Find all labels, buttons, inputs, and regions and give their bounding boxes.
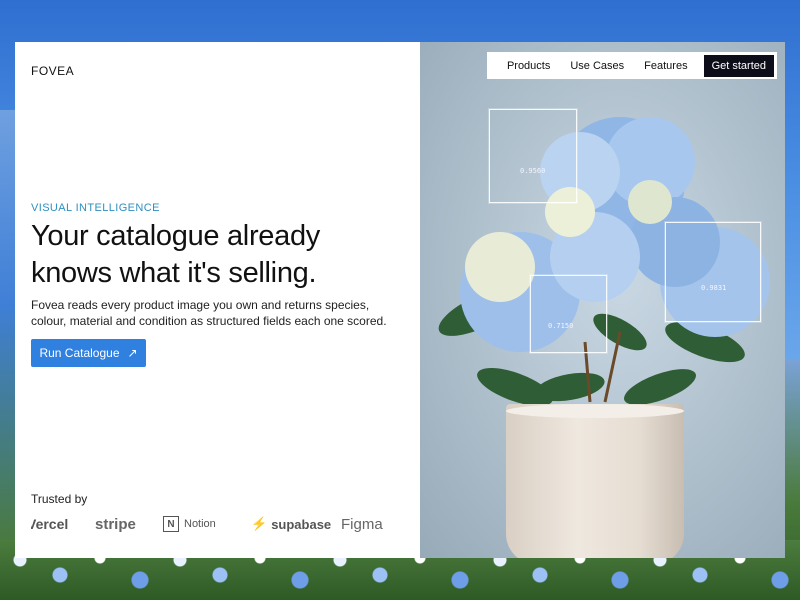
trusted-by-label: Trusted by <box>31 492 88 506</box>
top-nav: Products Use Cases Features Get started <box>486 52 777 79</box>
nav-products[interactable]: Products <box>497 60 560 72</box>
trusted-logos: Vercel stripe N Notion ⚡ supabase Figma <box>31 512 416 536</box>
notion-icon: N <box>163 516 179 532</box>
figma-logo: Figma <box>341 515 383 533</box>
background-flowers-left <box>0 110 16 600</box>
hero-headline: Your catalogue already knows what it's s… <box>31 218 411 292</box>
detection-score: 0.9560 <box>520 167 546 175</box>
stripe-logo: stripe <box>95 515 136 533</box>
get-started-button[interactable]: Get started <box>703 54 774 77</box>
detection-score: 0.9831 <box>701 284 727 292</box>
flower-pot-rim <box>506 404 684 418</box>
notion-wordmark: Notion <box>184 518 216 530</box>
run-catalogue-button[interactable]: Run Catalogue ↗ <box>31 339 146 367</box>
nav-features[interactable]: Features <box>634 60 697 72</box>
detection-box[interactable]: 0.9560 <box>489 109 577 203</box>
detection-box[interactable]: 0.7150 <box>530 275 607 353</box>
notion-logo: N Notion <box>163 516 251 532</box>
landing-card: FOVEA VISUAL INTELLIGENCE Your catalogue… <box>15 42 785 558</box>
headline-line-2: knows what it's selling. <box>31 257 317 289</box>
headline-line-1: Your catalogue already <box>31 220 320 252</box>
supabase-wordmark: supabase <box>271 516 332 532</box>
nav-use-cases[interactable]: Use Cases <box>560 60 634 72</box>
brand-logo[interactable]: FOVEA <box>31 64 74 78</box>
hero-eyebrow: VISUAL INTELLIGENCE <box>31 202 160 214</box>
supabase-logo: ⚡ supabase <box>251 516 341 532</box>
hero-description: Fovea reads every product image you own … <box>31 298 387 328</box>
detection-score: 0.7150 <box>548 322 574 330</box>
vercel-logo: Vercel <box>31 516 69 532</box>
arrow-up-right-icon: ↗ <box>127 346 138 360</box>
detection-box[interactable]: 0.9831 <box>665 222 761 322</box>
hero-image-panel: 0.9560 0.9831 0.7150 Products Use Cases … <box>420 42 785 558</box>
hero-text-panel: FOVEA VISUAL INTELLIGENCE Your catalogue… <box>15 42 420 558</box>
run-catalogue-label: Run Catalogue <box>39 346 120 360</box>
flower-pot <box>506 404 684 558</box>
supabase-bolt-icon: ⚡ <box>251 516 268 531</box>
